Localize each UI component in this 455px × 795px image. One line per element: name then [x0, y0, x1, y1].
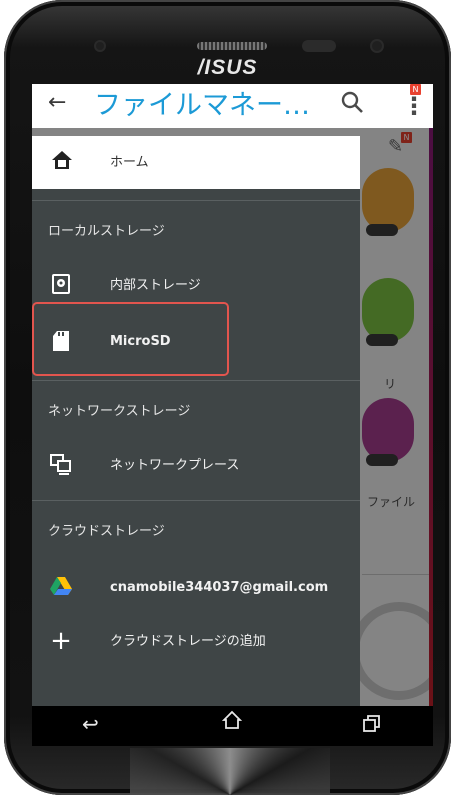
- drawer-item-label: ホーム: [110, 155, 149, 170]
- brand-logo: /ISUS: [197, 56, 258, 79]
- microsd-highlight-box: [32, 302, 229, 376]
- divider: [32, 380, 360, 381]
- divider: [32, 500, 360, 501]
- network-place-icon: [50, 454, 72, 476]
- system-nav-bar: ↩: [32, 706, 433, 746]
- drawer-item-label: ネットワークプレース: [110, 458, 240, 473]
- internal-storage-icon: [50, 274, 72, 296]
- overflow-menu-icon[interactable]: ⋮: [402, 92, 426, 120]
- google-drive-icon: [50, 576, 72, 598]
- drawer-item-network-place[interactable]: ネットワークプレース: [32, 438, 360, 494]
- recent-apps-icon[interactable]: [362, 714, 382, 739]
- section-cloud-storage: クラウドストレージ: [48, 524, 165, 539]
- drawer-item-home[interactable]: ホーム: [32, 136, 360, 189]
- drawer-item-label: cnamobile344037@gmail.com: [110, 580, 329, 595]
- spun-metal-chin: [130, 748, 330, 795]
- back-nav-icon[interactable]: ↩: [82, 712, 99, 736]
- home-nav-icon[interactable]: [221, 710, 243, 735]
- drawer-item-google-drive[interactable]: cnamobile344037@gmail.com: [32, 560, 360, 616]
- plus-icon: +: [50, 626, 72, 656]
- divider: [32, 200, 360, 201]
- navigation-drawer: ホーム ローカルストレージ 内部ストレージ MicroSD ネットワークストレー…: [32, 136, 360, 706]
- notification-badge: N: [410, 84, 421, 95]
- drawer-item-add-cloud[interactable]: + クラウドストレージの追加: [32, 614, 360, 670]
- back-arrow-icon[interactable]: ←: [48, 90, 66, 115]
- front-camera: [96, 42, 104, 50]
- home-icon: [50, 148, 74, 178]
- section-local-storage: ローカルストレージ: [48, 224, 165, 239]
- app-title: ファイルマネー…: [94, 90, 310, 121]
- section-network-storage: ネットワークストレージ: [48, 404, 191, 419]
- sensor: [302, 40, 336, 52]
- app-bar: ← ファイルマネー… ⋮ N: [32, 84, 433, 128]
- front-camera-lens: [372, 41, 382, 51]
- drawer-item-label: クラウドストレージの追加: [110, 634, 266, 649]
- earpiece-speaker: [197, 42, 267, 50]
- screen: ← ファイルマネー… ⋮ N N ✎ リ ファイル ホーム ローカルストレージ: [32, 84, 433, 706]
- search-icon[interactable]: [340, 90, 364, 120]
